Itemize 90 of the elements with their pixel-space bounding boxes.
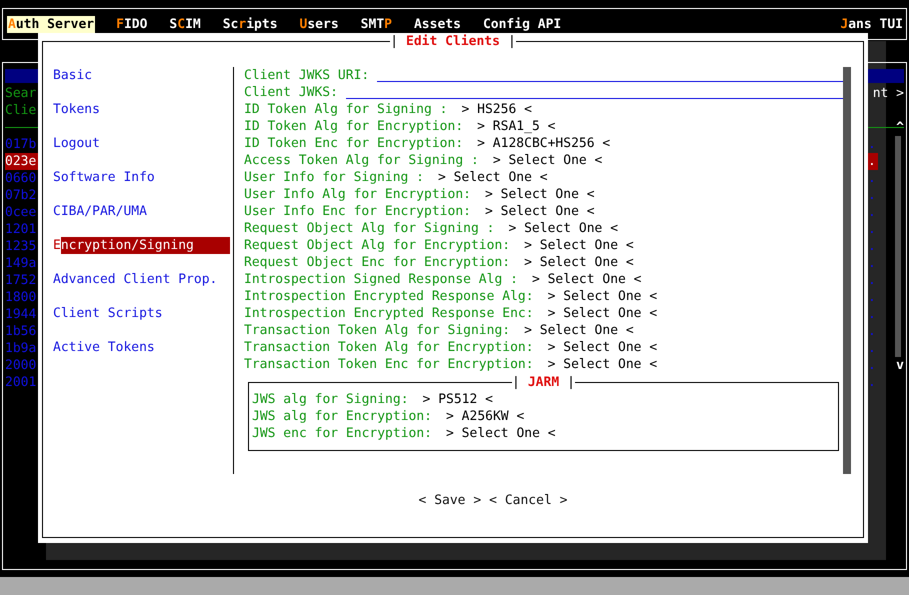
field-label: JWS alg for Encryption: — [252, 408, 432, 425]
select-field[interactable]: > Select One < — [508, 220, 618, 237]
menu-item[interactable]: Users — [298, 16, 340, 32]
nav-item[interactable]: CIBA/PAR/UMA — [53, 203, 233, 220]
header-bar — [5, 69, 39, 83]
client-id[interactable]: 023e — [5, 153, 39, 170]
select-field[interactable]: > A128CBC+HS256 < — [477, 135, 610, 152]
nav-item[interactable]: Client Scripts — [53, 305, 233, 322]
row-end: . — [868, 340, 877, 357]
dialog-button[interactable]: < Cancel > — [489, 492, 568, 509]
select-field[interactable]: > Select One < — [446, 425, 556, 442]
select-field[interactable]: > Select One < — [548, 339, 658, 356]
select-field[interactable]: > Select One < — [524, 254, 634, 271]
row-end: . — [868, 323, 877, 340]
nav-item[interactable]: Basic — [53, 67, 233, 84]
select-field[interactable]: > RSA1_5 < — [477, 118, 556, 135]
row-end: . — [868, 306, 877, 323]
field-label: Transaction Token Enc for Encryption: — [244, 356, 534, 373]
header-bar — [868, 69, 904, 83]
field-label: JWS alg for Signing: — [252, 391, 409, 408]
select-field[interactable]: > Select One < — [548, 288, 658, 305]
nav-item[interactable]: Software Info — [53, 169, 233, 186]
select-field[interactable]: > Select One < — [548, 305, 658, 322]
field-label: Transaction Token Alg for Encryption: — [244, 339, 534, 356]
scrollbar[interactable] — [895, 136, 901, 357]
row-end: . — [868, 221, 877, 238]
field-label: Request Object Alg for Signing : — [244, 220, 494, 237]
field-label: User Info for Signing : — [244, 169, 424, 186]
title-bracket: | — [508, 33, 516, 50]
dialog-button[interactable]: < Save > — [418, 492, 482, 509]
row-end: . — [868, 170, 877, 187]
menu-item[interactable]: Auth Server — [7, 16, 96, 32]
next-label[interactable]: nt > — [868, 85, 904, 102]
scroll-up-arrow[interactable]: ^ — [896, 119, 904, 136]
row-end: . — [868, 204, 877, 221]
app-title: Jans TUI — [840, 16, 903, 32]
field-label: ID Token Alg for Signing : — [244, 101, 448, 118]
field-label: JWS enc for Encryption: — [252, 425, 432, 442]
select-field[interactable]: > Select One < — [548, 356, 658, 373]
field-label: User Info Enc for Encryption: — [244, 203, 471, 220]
field-label: Introspection Signed Response Alg : — [244, 271, 518, 288]
select-field[interactable]: > Select One < — [524, 237, 634, 254]
group-title: JARM — [528, 374, 560, 391]
select-field[interactable]: > Select One < — [438, 169, 548, 186]
row-end: . — [868, 289, 877, 306]
row-end: . — [868, 272, 877, 289]
row-end: . — [868, 187, 877, 204]
field-label: ID Token Alg for Encryption: — [244, 118, 464, 135]
row-end: . — [868, 153, 878, 170]
select-field[interactable]: > HS256 < — [462, 101, 532, 118]
field-label: ID Token Enc for Encryption: — [244, 135, 464, 152]
search-label: Sear — [5, 85, 38, 102]
select-field[interactable]: > PS512 < — [422, 391, 493, 408]
select-field[interactable]: > Select One < — [524, 322, 634, 339]
nav-item[interactable]: Tokens — [53, 101, 233, 118]
select-field[interactable]: > Select One < — [532, 271, 642, 288]
field-label: Introspection Encrypted Response Enc: — [244, 305, 534, 322]
scroll-down-arrow[interactable]: v — [896, 357, 904, 374]
menu-item[interactable]: FIDO — [115, 16, 148, 32]
row-end: . — [868, 374, 877, 391]
menu-item[interactable]: Scripts — [222, 16, 279, 32]
dialog-title: Edit Clients — [406, 33, 500, 50]
select-field[interactable]: > Select One < — [484, 203, 595, 220]
menu-item[interactable]: SCIM — [168, 16, 202, 32]
field-label: Request Object Alg for Encryption: — [244, 237, 510, 254]
title-bracket: | — [390, 33, 398, 50]
menu-item[interactable]: Config API — [482, 16, 562, 32]
row-end: . — [868, 357, 877, 374]
menu-item[interactable]: SMTP — [360, 16, 393, 32]
row-end: . — [868, 255, 877, 272]
field-label: Access Token Alg for Signing : — [244, 152, 479, 169]
field-label: Transaction Token Alg for Signing: — [244, 322, 510, 339]
title-bracket: | — [567, 374, 575, 391]
nav-item[interactable]: Logout — [53, 135, 233, 152]
menu-item[interactable]: Assets — [412, 16, 462, 32]
field-label: Client JWKS URI: — [244, 67, 370, 84]
field-label: Introspection Encrypted Response Alg: — [244, 288, 534, 305]
select-field[interactable]: > Select One < — [492, 152, 602, 169]
nav-item[interactable]: Advanced Client Prop. — [53, 271, 233, 288]
scrollbar[interactable] — [843, 67, 851, 474]
select-field[interactable]: > Select One < — [484, 186, 595, 203]
select-field[interactable]: > A256KW < — [446, 408, 524, 425]
list-label: Clie — [5, 102, 38, 119]
nav-item[interactable]: Active Tokens — [53, 339, 233, 356]
field-label: Request Object Enc for Encryption: — [244, 254, 510, 271]
field-label: Client JWKS: — [244, 84, 338, 101]
field-label: User Info Alg for Encryption: — [244, 186, 471, 203]
title-bracket: | — [512, 374, 520, 391]
row-end: . — [868, 238, 877, 255]
row-end: . — [868, 136, 877, 153]
